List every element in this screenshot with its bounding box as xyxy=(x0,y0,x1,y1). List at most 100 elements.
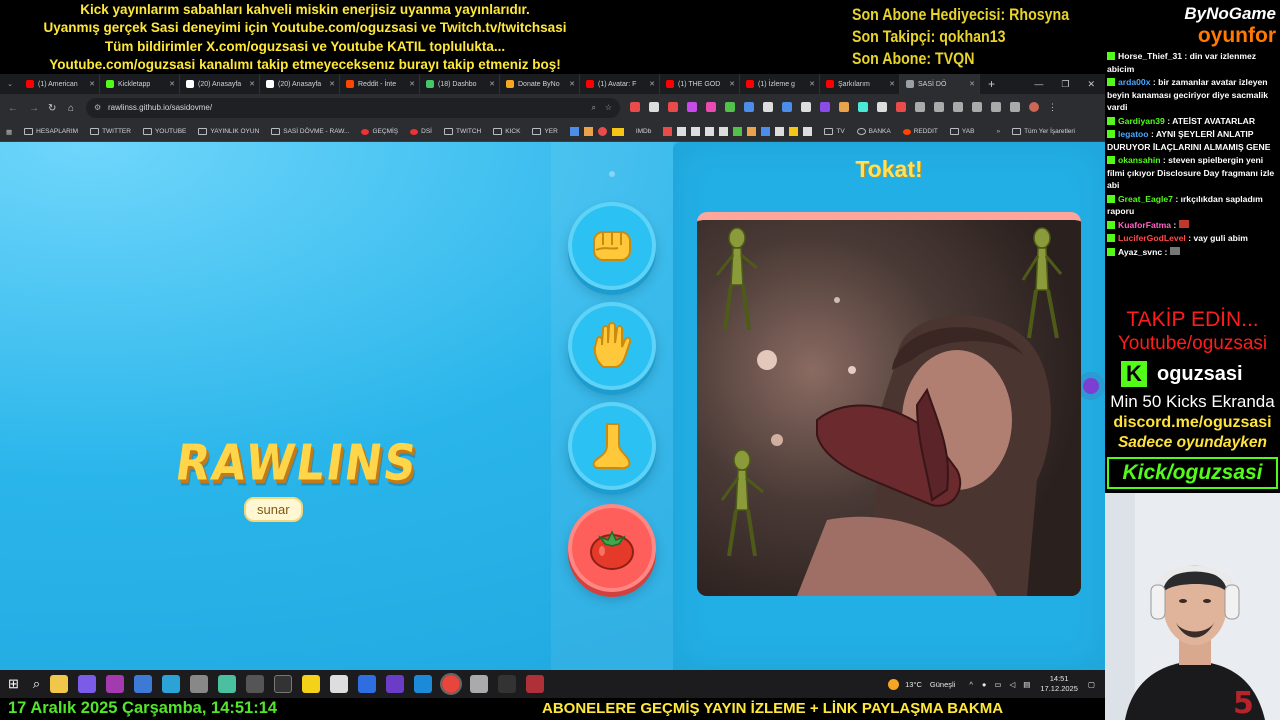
new-tab-icon[interactable]: + xyxy=(988,77,995,91)
bookmark-icon[interactable] xyxy=(663,127,673,136)
browser-tab[interactable]: (20) Anasayfa ✕ xyxy=(260,74,340,94)
bookmark-icon[interactable] xyxy=(583,127,593,136)
app-icon[interactable] xyxy=(526,675,545,693)
bookmark-icon[interactable] xyxy=(569,127,579,136)
extension-icon[interactable] xyxy=(630,102,640,112)
history-icon[interactable] xyxy=(934,102,944,112)
extension-icon[interactable] xyxy=(744,102,754,112)
sidebar-icon[interactable] xyxy=(1010,102,1020,112)
pinterest-icon[interactable] xyxy=(597,127,607,136)
chrome-icon[interactable] xyxy=(440,673,463,695)
windows-start-icon[interactable]: ⊞ xyxy=(8,676,19,692)
app-icon[interactable] xyxy=(386,675,405,693)
bookmark-icon[interactable] xyxy=(691,127,701,136)
apps-icon[interactable]: ▦ xyxy=(6,128,12,136)
bookmark-folder[interactable]: SASİ DÖVME - RAW... xyxy=(271,128,349,135)
browser-tab-active[interactable]: SASİ DÖ ✕ xyxy=(900,74,980,94)
kick-button[interactable] xyxy=(568,402,656,490)
browser-tab[interactable]: Reddit - İnte ✕ xyxy=(340,74,420,94)
bookmark-icon[interactable] xyxy=(677,127,687,136)
bookmark-folder[interactable]: HESAPLARIM xyxy=(24,128,78,135)
close-tab-icon[interactable]: ✕ xyxy=(89,80,95,88)
extension-icon[interactable] xyxy=(668,102,678,112)
tab-list-icon[interactable]: ⌄ xyxy=(0,74,20,94)
app-icon[interactable] xyxy=(274,675,293,693)
delete-icon[interactable] xyxy=(972,102,982,112)
browser-tab[interactable]: (1) American ✕ xyxy=(20,74,100,94)
extension-icon[interactable] xyxy=(725,102,735,112)
bookmark-folder[interactable]: TWITCH xyxy=(443,128,481,135)
clock[interactable]: 14:51 17.12.2025 xyxy=(1040,674,1078,694)
volume-icon[interactable]: ◁ xyxy=(1009,680,1015,689)
browser-tab[interactable]: (1) THE GOD ✕ xyxy=(660,74,740,94)
extension-icon[interactable] xyxy=(649,102,659,112)
bookmark-star-icon[interactable]: ☆ xyxy=(605,98,612,118)
close-tab-icon[interactable]: ✕ xyxy=(249,80,255,88)
extension-icon[interactable] xyxy=(687,102,697,112)
bookmark-icon[interactable] xyxy=(803,127,813,136)
close-tab-icon[interactable]: ✕ xyxy=(649,80,655,88)
bookmark-folder[interactable]: YAYINLIK OYUN xyxy=(198,128,259,135)
extension-icon[interactable] xyxy=(820,102,830,112)
bookmark-icon[interactable] xyxy=(761,127,771,136)
app-icon[interactable] xyxy=(498,675,517,693)
extension-icon[interactable] xyxy=(877,102,887,112)
bookmark-link[interactable]: REDDIT xyxy=(902,128,938,135)
puzzle-icon[interactable] xyxy=(991,102,1001,112)
browser-tab[interactable]: Kickletapp ✕ xyxy=(100,74,180,94)
extension-icon[interactable] xyxy=(896,102,906,112)
close-window-icon[interactable]: ✕ xyxy=(1087,79,1095,90)
bookmark-folder[interactable]: TV xyxy=(824,128,845,135)
tray-icon[interactable]: ▤ xyxy=(1023,680,1030,689)
notification-icon[interactable]: ▢ xyxy=(1088,680,1095,689)
site-info-icon[interactable]: ⚙ xyxy=(94,98,101,118)
close-tab-icon[interactable]: ✕ xyxy=(409,80,415,88)
slap-button[interactable] xyxy=(568,302,656,390)
browser-tab[interactable]: (1) Avatar: F ✕ xyxy=(580,74,660,94)
app-icon[interactable] xyxy=(470,675,489,693)
close-tab-icon[interactable]: ✕ xyxy=(569,80,575,88)
extension-icon[interactable] xyxy=(858,102,868,112)
bookmark-folder[interactable]: BANKA xyxy=(856,128,891,135)
extension-icon[interactable] xyxy=(782,102,792,112)
browser-tab[interactable]: Donate ByNo ✕ xyxy=(500,74,580,94)
extension-icon[interactable] xyxy=(801,102,811,112)
downloads-icon[interactable] xyxy=(953,102,963,112)
close-tab-icon[interactable]: ✕ xyxy=(329,80,335,88)
onenote-icon[interactable] xyxy=(106,675,125,693)
bookmark-link[interactable]: DSİ xyxy=(410,128,432,135)
browser-tab[interactable]: (18) Dashbo ✕ xyxy=(420,74,500,94)
home-icon[interactable]: ⌂ xyxy=(68,103,74,114)
close-tab-icon[interactable]: ✕ xyxy=(969,80,975,88)
zoom-icon[interactable]: ⌕ xyxy=(592,98,596,118)
app-icon[interactable] xyxy=(190,675,209,693)
app-icon[interactable] xyxy=(162,675,181,693)
edge-icon[interactable] xyxy=(414,675,433,693)
bookmark-folder[interactable]: TWITTER xyxy=(90,128,131,135)
bookmark-icon[interactable] xyxy=(733,127,743,136)
reload-icon[interactable]: ↻ xyxy=(48,103,56,114)
bookmark-icon[interactable] xyxy=(747,127,757,136)
side-widget-button[interactable] xyxy=(1077,372,1105,400)
app-icon[interactable] xyxy=(218,675,237,693)
file-explorer-icon[interactable] xyxy=(50,675,69,693)
all-bookmarks[interactable]: Tüm Yer İşaretleri xyxy=(1012,128,1075,135)
bookmark-icon[interactable] xyxy=(775,127,785,136)
extension-icon[interactable] xyxy=(839,102,849,112)
extension-icon[interactable] xyxy=(706,102,716,112)
close-tab-icon[interactable]: ✕ xyxy=(489,80,495,88)
more-bookmarks-icon[interactable]: » xyxy=(996,128,1000,135)
bookmark-folder[interactable]: YOUTUBE xyxy=(142,128,186,135)
menu-icon[interactable]: ⋮ xyxy=(1048,102,1057,112)
bookmark-folder[interactable]: YAB xyxy=(949,128,974,135)
tomato-button[interactable] xyxy=(568,504,656,592)
extension-icon[interactable] xyxy=(915,102,925,112)
notes-icon[interactable] xyxy=(302,675,321,693)
app-icon[interactable] xyxy=(330,675,349,693)
bookmark-icon[interactable] xyxy=(789,127,799,136)
forward-icon[interactable]: → xyxy=(29,103,39,114)
bookmark-link[interactable]: IMDb xyxy=(636,128,652,135)
weather-sun-icon[interactable] xyxy=(888,678,900,690)
bookmark-folder[interactable]: KICK xyxy=(493,128,520,135)
avatar-icon[interactable] xyxy=(1029,102,1039,112)
